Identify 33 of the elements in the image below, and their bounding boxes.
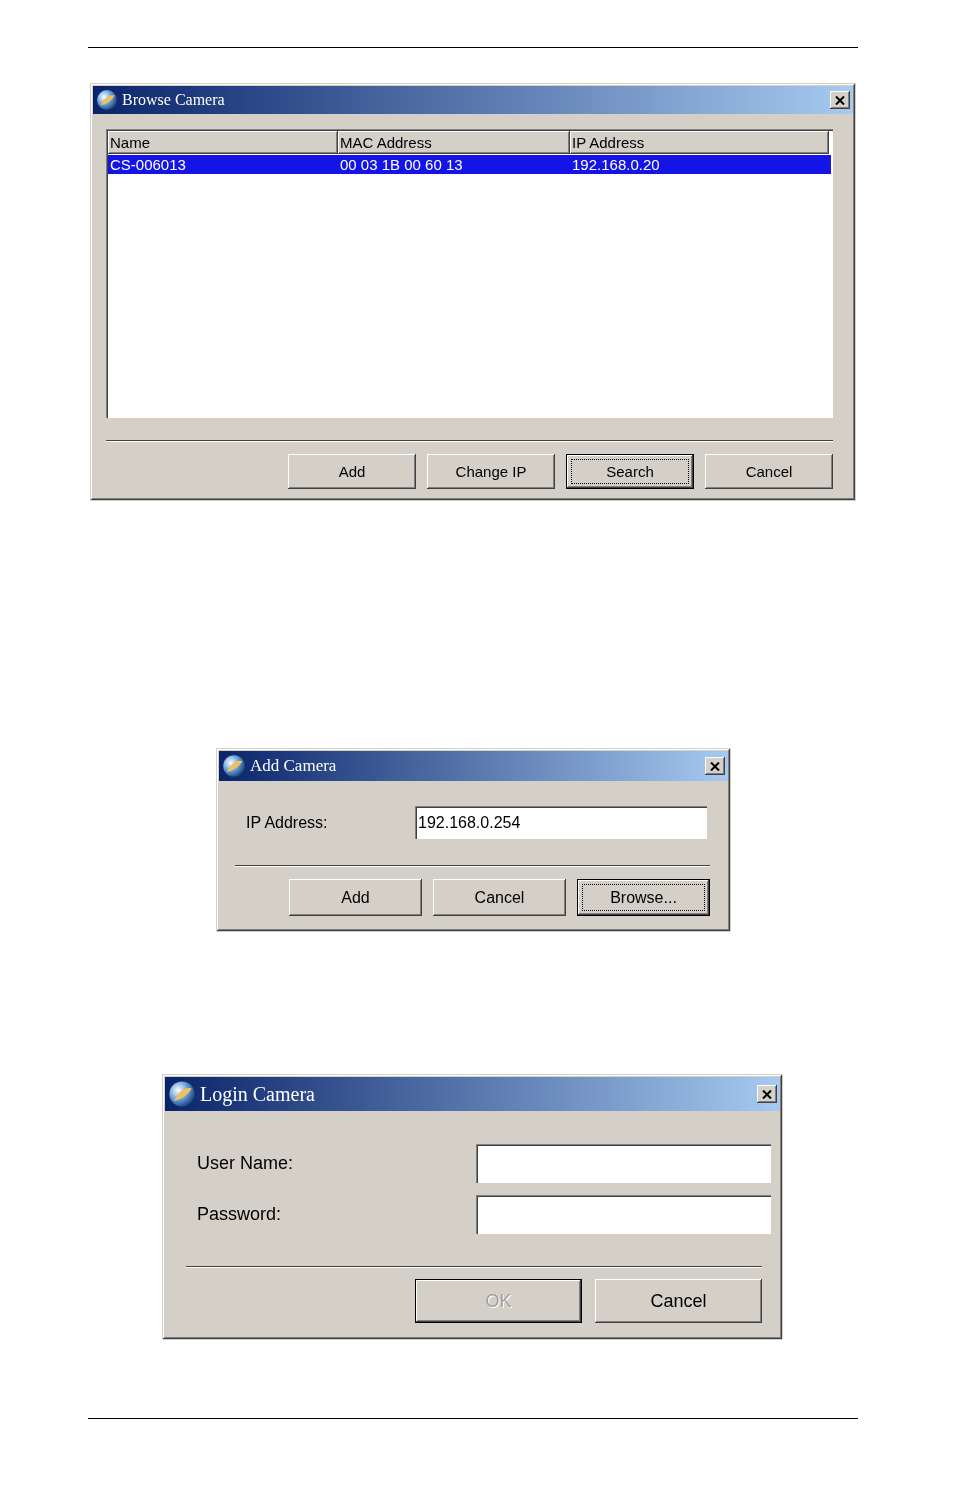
close-button[interactable] [830, 91, 850, 109]
app-logo-icon [222, 754, 246, 778]
column-header[interactable]: Name [108, 131, 338, 154]
app-logo-icon [96, 89, 118, 111]
field-label: IP Address: [246, 813, 329, 832]
input-field[interactable] [476, 1195, 771, 1234]
close-icon [835, 95, 845, 105]
column-header[interactable]: IP Address [570, 131, 829, 154]
field-label: Password: [197, 1204, 283, 1225]
dialog-button[interactable]: Cancel [595, 1279, 762, 1323]
app-logo-icon [168, 1080, 196, 1108]
input-field[interactable]: 192.168.0.254 [415, 806, 707, 839]
dialog-button[interactable]: Add [289, 879, 422, 916]
dialog-button[interactable]: Add [288, 454, 416, 489]
input-field[interactable] [476, 1144, 771, 1183]
field-label: User Name: [197, 1153, 295, 1174]
table-cell-text: 00 03 1B 00 60 13 [339, 155, 464, 174]
column-header[interactable]: MAC Address [338, 131, 570, 154]
close-button[interactable] [757, 1085, 777, 1103]
table-cell-text: CS-006013 [109, 155, 187, 174]
list-row[interactable]: CS-006013 00 03 1B 00 60 13 192.168.0.20 [108, 155, 831, 174]
dialog-button[interactable]: Cancel [705, 454, 833, 489]
dialog-button[interactable]: Search [566, 454, 694, 489]
dialog-button[interactable]: Browse... [577, 879, 710, 916]
dialog-button[interactable]: Change IP [427, 454, 555, 489]
table-cell-text: 192.168.0.20 [571, 155, 661, 174]
close-icon [710, 761, 720, 771]
dialog-button[interactable]: Cancel [433, 879, 566, 916]
window-title: Add Camera [250, 756, 338, 776]
close-button[interactable] [705, 757, 725, 775]
close-icon [762, 1089, 772, 1099]
window-title: Browse Camera [122, 91, 226, 109]
window-title: Login Camera [200, 1082, 316, 1106]
